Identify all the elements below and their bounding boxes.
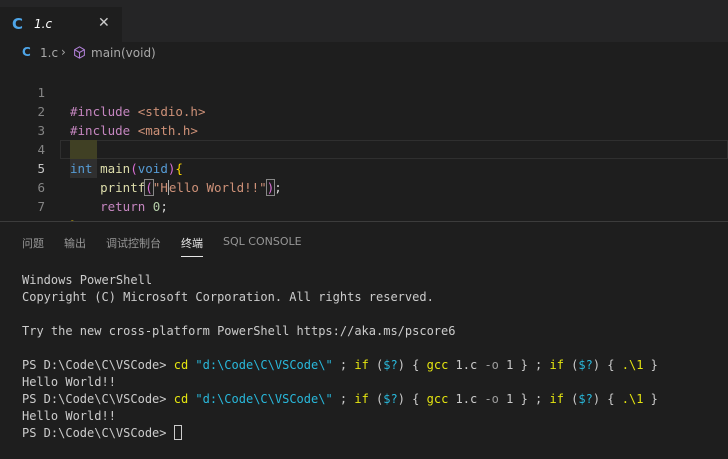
cmd-token: .\1 <box>621 358 644 372</box>
tab-terminal[interactable]: 终端 <box>181 235 203 257</box>
terminal-line: Try the new cross-platform PowerShell ht… <box>22 324 456 338</box>
cmd-token: if <box>354 358 369 372</box>
terminal-line: Copyright (C) Microsoft Corporation. All… <box>22 290 434 304</box>
terminal-prompt: PS D:\Code\C\VSCode> <box>22 426 174 440</box>
cmd-token: $? <box>383 392 398 406</box>
cmd-token: cd <box>173 358 189 372</box>
line-number: 7 <box>37 199 45 214</box>
terminal-output[interactable]: Windows PowerShell Copyright (C) Microso… <box>22 272 722 442</box>
cube-method-icon <box>74 46 85 59</box>
chevron-right-icon: › <box>61 45 66 59</box>
code-line: 2 #include <math.h> <box>0 83 728 138</box>
semicolon: ; <box>160 199 168 214</box>
code-line-active: 5 printf("Hello World!!"); <box>0 140 728 196</box>
breadcrumb-file[interactable]: 1.c <box>40 46 58 60</box>
cmd-token: cd <box>173 392 189 406</box>
bottom-panel: 问题 输出 调试控制台 终端 SQL CONSOLE Windows Power… <box>0 222 728 459</box>
terminal-prompt: PS D:\Code\C\VSCode> <box>22 358 174 372</box>
cmd-token: .\1 <box>621 392 644 406</box>
cmd-token: 1.c <box>448 358 485 372</box>
cmd-token: gcc <box>426 392 449 406</box>
cmd-token: -o <box>484 358 499 372</box>
editor-tab-bar: C 1.c ✕ <box>0 7 728 42</box>
cmd-token: ) { <box>397 358 427 372</box>
close-icon[interactable]: ✕ <box>98 15 110 31</box>
code-line: 6 return 0; <box>0 159 728 214</box>
cmd-token: if <box>549 392 564 406</box>
cmd-token: } <box>643 358 658 372</box>
terminal-command-line: PS D:\Code\C\VSCode> cd "d:\Code\C\VSCod… <box>22 357 722 374</box>
tab-label: 1.c <box>34 17 53 31</box>
cmd-token: 1.c <box>448 392 485 406</box>
terminal-line: Hello World!! <box>22 375 116 389</box>
terminal-prompt: PS D:\Code\C\VSCode> <box>22 392 174 406</box>
cmd-token: "d:\Code\C\VSCode\" <box>195 392 333 406</box>
cmd-token: $? <box>578 358 593 372</box>
cmd-token: $? <box>383 358 398 372</box>
return-keyword: return <box>100 199 146 214</box>
cmd-token: ) { <box>592 392 622 406</box>
code-line: 7 } <box>0 178 728 233</box>
cmd-token: ; <box>332 358 355 372</box>
tab-debug-console[interactable]: 调试控制台 <box>106 235 161 257</box>
code-line: 4 int main(void){ <box>0 121 728 176</box>
cmd-token: } <box>643 392 658 406</box>
c-language-icon: C <box>12 15 24 33</box>
terminal-line: Hello World!! <box>22 409 116 423</box>
tab-output[interactable]: 输出 <box>64 235 86 257</box>
title-strip <box>0 0 728 7</box>
cmd-token: ) { <box>397 392 427 406</box>
cmd-token: $? <box>578 392 593 406</box>
cmd-token: gcc <box>426 358 449 372</box>
cmd-token: if <box>354 392 369 406</box>
cmd-token: ( <box>368 358 384 372</box>
tab-problems[interactable]: 问题 <box>22 235 44 257</box>
cmd-token: ) { <box>592 358 622 372</box>
terminal-line: Windows PowerShell <box>22 273 153 287</box>
cmd-token: ( <box>368 392 384 406</box>
code-line: 3 <box>0 102 728 138</box>
cmd-token: "d:\Code\C\VSCode\" <box>195 358 333 372</box>
terminal-command-line: PS D:\Code\C\VSCode> cd "d:\Code\C\VSCod… <box>22 391 722 408</box>
c-file-icon: C <box>22 45 31 59</box>
terminal-cursor <box>173 425 182 440</box>
editor-tab-1c[interactable]: C 1.c ✕ <box>0 7 122 42</box>
cmd-token: 1 } ; <box>498 392 550 406</box>
code-line: 1 #include <stdio.h> <box>0 64 728 119</box>
breadcrumb: C 1.c › main(void) <box>0 42 728 64</box>
cmd-token: ; <box>332 392 355 406</box>
cmd-token: ( <box>563 358 579 372</box>
cmd-token: -o <box>484 392 499 406</box>
tab-sql-console[interactable]: SQL CONSOLE <box>223 235 302 257</box>
breadcrumb-symbol[interactable]: main(void) <box>91 46 156 60</box>
terminal-input-line[interactable]: PS D:\Code\C\VSCode> <box>22 425 722 442</box>
cmd-token: ( <box>563 392 579 406</box>
code-editor[interactable]: 1 #include <stdio.h> 2 #include <math.h>… <box>0 64 728 233</box>
cmd-token: 1 } ; <box>498 358 550 372</box>
cmd-token: if <box>549 358 564 372</box>
